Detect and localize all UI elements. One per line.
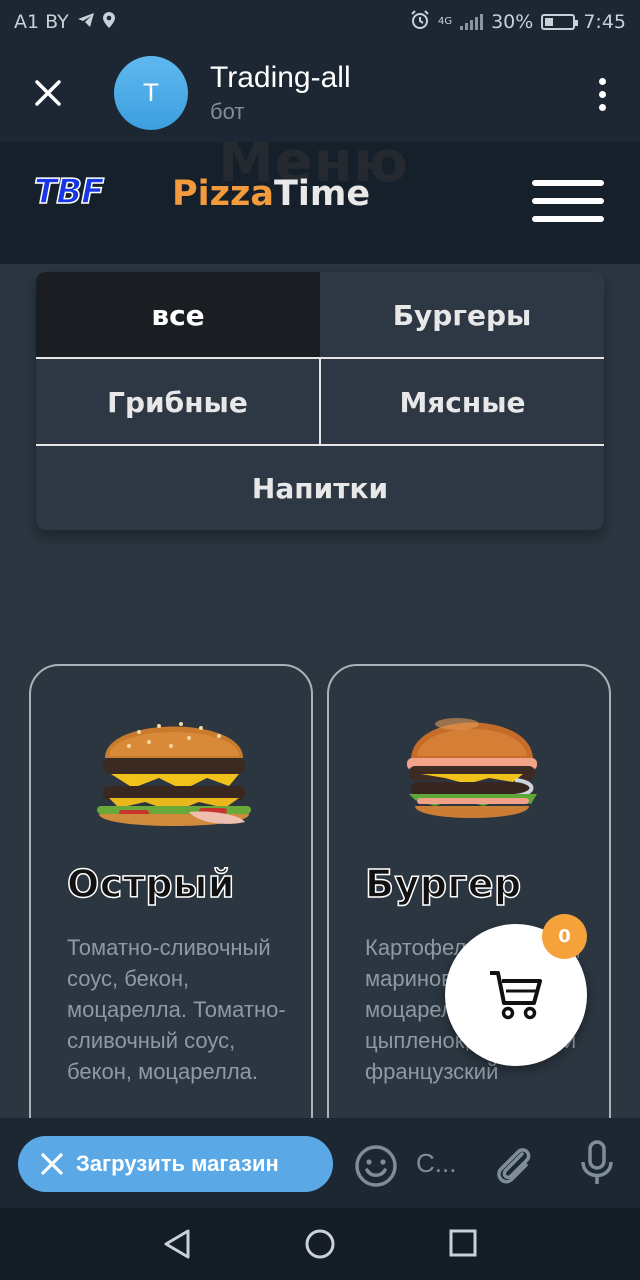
burger-image (97, 722, 251, 826)
load-shop-label: Загрузить магазин (76, 1151, 279, 1176)
bot-info[interactable]: Trading-all бот (210, 61, 351, 125)
recent-apps-button[interactable] (449, 1229, 477, 1261)
alarm-icon (410, 9, 430, 35)
close-icon (40, 1152, 64, 1176)
network-type-label: 4G (437, 16, 453, 27)
clock: 7:45 (583, 11, 626, 33)
more-menu-icon[interactable] (599, 78, 606, 111)
signal-icon (460, 14, 484, 30)
site-header: Меню TBF PizzaTime (0, 142, 640, 264)
pizzatime-logo[interactable]: PizzaTime (172, 174, 370, 214)
product-card[interactable]: Острый Томатно-сливочный соус, бекон, мо… (29, 664, 313, 1184)
telegram-icon (77, 11, 95, 33)
cart-icon (490, 971, 542, 1020)
status-bar: A1 BY 4G 30% 7:45 (0, 0, 640, 44)
back-button[interactable] (162, 1228, 192, 1264)
tbf-logo[interactable]: TBF (33, 171, 105, 213)
filter-mushroom[interactable]: Грибные (36, 359, 319, 445)
logo-time-text: Time (274, 174, 371, 214)
message-input[interactable]: С... (416, 1148, 456, 1179)
filter-burgers[interactable]: Бургеры (320, 272, 604, 358)
bot-subtitle: бот (210, 99, 245, 124)
bot-name: Trading-all (210, 61, 351, 94)
product-title: Острый (66, 861, 236, 907)
product-title: Бургер (364, 861, 522, 907)
chat-header: T Trading-all бот (0, 44, 640, 142)
category-filters: все Бургеры Грибные Мясные Напитки (36, 272, 604, 530)
battery-icon (541, 14, 579, 30)
product-description: Томатно-сливочный соус, бекон, моцарелла… (67, 935, 286, 1084)
filter-meat[interactable]: Мясные (321, 359, 604, 445)
close-icon (35, 80, 61, 106)
recent-square-icon (449, 1229, 477, 1257)
microphone-icon (581, 1140, 613, 1184)
smile-icon (355, 1145, 397, 1187)
cart-count-badge: 0 (542, 914, 587, 959)
logo-pizza-text: Pizza (172, 174, 275, 214)
microphone-button[interactable] (580, 1140, 614, 1190)
home-circle-icon (305, 1229, 335, 1259)
battery-percent: 30% (491, 11, 534, 33)
carrier-label: A1 BY (14, 11, 69, 33)
home-button[interactable] (304, 1228, 336, 1264)
filter-drinks[interactable]: Напитки (36, 446, 604, 530)
bot-avatar[interactable]: T (114, 56, 188, 130)
back-triangle-icon (164, 1229, 190, 1259)
load-shop-button[interactable]: Загрузить магазин (18, 1136, 333, 1192)
hamburger-menu-icon[interactable] (532, 180, 604, 222)
paperclip-icon (497, 1148, 531, 1184)
close-button[interactable] (0, 44, 96, 142)
burger-image (407, 718, 537, 818)
location-icon (102, 11, 115, 33)
message-input-bar: Загрузить магазин С... (0, 1118, 640, 1208)
filter-all[interactable]: все (36, 272, 320, 358)
emoji-button[interactable] (354, 1144, 398, 1192)
attach-button[interactable] (492, 1142, 534, 1190)
system-nav-bar (0, 1208, 640, 1280)
